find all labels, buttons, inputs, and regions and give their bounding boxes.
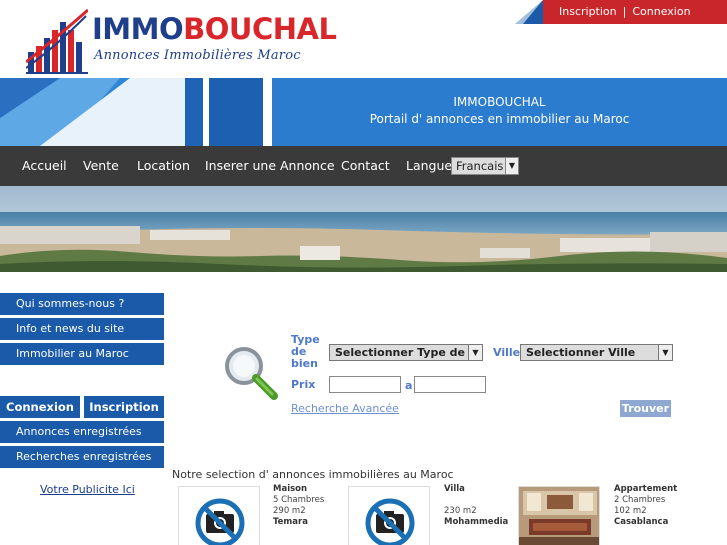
banner-text: IMMOBOUCHAL Portail d' annonces en immob…: [272, 78, 727, 146]
listing-rooms: [444, 495, 508, 506]
sidebar-immobilier-maroc[interactable]: Immobilier au Maroc: [0, 343, 164, 365]
selection-title: Notre selection d' annonces immobilières…: [172, 468, 454, 481]
listing-info[interactable]: Maison 5 Chambres 290 m2 Temara: [273, 484, 324, 528]
account-topbar: Inscription | Connexion: [515, 0, 727, 24]
ville-select[interactable]: Selectionner Ville ▼: [520, 344, 673, 361]
prix-min-input[interactable]: [329, 376, 401, 393]
topbar-separator: |: [622, 5, 627, 18]
logo-title: IMMOBOUCHAL: [92, 12, 337, 46]
type-bien-label: Type de bien: [291, 333, 320, 370]
listing-area: 230 m2: [444, 506, 477, 516]
site-logo[interactable]: IMMOBOUCHAL Annonces Immobilières Maroc: [26, 8, 337, 76]
sidebar-connexion-button[interactable]: Connexion: [0, 396, 80, 418]
sidebar-recherches-enregistrees[interactable]: Recherches enregistrées: [0, 446, 164, 468]
sidebar-annonces-enregistrees[interactable]: Annonces enregistrées: [0, 421, 164, 443]
prix-separator: a: [405, 379, 413, 392]
language-label: Langue: [406, 158, 453, 173]
listing-rooms: 2 Chambres: [614, 495, 666, 505]
banner-geometric-decoration: [0, 78, 272, 146]
nav-accueil[interactable]: Accueil: [22, 146, 67, 186]
nav-vente[interactable]: Vente: [83, 146, 119, 186]
language-select[interactable]: Francais ▼: [451, 157, 519, 175]
city-panorama-image: [0, 186, 727, 272]
listing-info[interactable]: Appartement 2 Chambres 102 m2 Casablanca: [614, 484, 677, 528]
main-nav: Accueil Vente Location Inserer une Annon…: [0, 146, 727, 186]
listing-area: 290 m2: [273, 506, 306, 516]
type-bien-select[interactable]: Selectionner Type de bien ▼: [329, 344, 483, 361]
topbar-links: Inscription | Connexion: [543, 0, 727, 24]
listing-photo[interactable]: [348, 486, 430, 545]
chevron-down-icon: ▼: [505, 158, 518, 174]
nav-inserer-annonce[interactable]: Inserer une Annonce: [205, 146, 335, 186]
interior-photo: [519, 487, 599, 545]
banner-title: IMMOBOUCHAL: [453, 95, 546, 109]
logo-subtitle: Annonces Immobilières Maroc: [94, 48, 301, 63]
listing-type: Appartement: [614, 484, 678, 494]
publicite-link[interactable]: Votre Publicite Ici: [40, 483, 135, 496]
advanced-search-link[interactable]: Recherche Avancée: [291, 402, 399, 415]
sidebar-info-news[interactable]: Info et news du site: [0, 318, 164, 340]
listing-area: 102 m2: [614, 506, 647, 516]
sidebar-qui-sommes-nous[interactable]: Qui sommes-nous ?: [0, 293, 164, 315]
nav-contact[interactable]: Contact: [341, 146, 390, 186]
listing-city: Mohammedia: [444, 517, 509, 527]
logo-building-icon: [26, 8, 88, 74]
listing-info[interactable]: Villa 230 m2 Mohammedia: [444, 484, 508, 528]
listing-type: Maison: [273, 484, 308, 494]
magnifier-icon: [225, 347, 278, 400]
language-select-value: Francais: [456, 159, 504, 173]
no-photo-icon: [195, 498, 245, 545]
hero-banner: IMMOBOUCHAL Portail d' annonces en immob…: [0, 78, 727, 146]
top-inscription-link[interactable]: Inscription: [559, 5, 617, 18]
listing-type: Villa: [444, 484, 465, 494]
listing-rooms: 5 Chambres: [273, 495, 325, 505]
chevron-down-icon: ▼: [468, 345, 482, 360]
prix-label: Prix: [291, 378, 316, 391]
top-connexion-link[interactable]: Connexion: [632, 5, 690, 18]
listing-photo[interactable]: [518, 486, 600, 545]
ville-value: Selectionner Ville: [526, 346, 636, 359]
listing-city: Casablanca: [614, 517, 669, 527]
no-photo-icon: [365, 498, 415, 545]
prix-max-input[interactable]: [414, 376, 486, 393]
nav-location[interactable]: Location: [137, 146, 190, 186]
search-submit-button[interactable]: Trouver: [620, 400, 671, 417]
ville-label: Ville: [493, 346, 521, 359]
listing-photo[interactable]: [178, 486, 260, 545]
listing-city: Temara: [273, 517, 308, 527]
topbar-corner-decoration: [515, 0, 543, 24]
type-bien-value: Selectionner Type de bien: [335, 346, 483, 359]
banner-subtitle: Portail d' annonces en immobilier au Mar…: [369, 112, 630, 126]
sidebar-inscription-button[interactable]: Inscription: [84, 396, 164, 418]
chevron-down-icon: ▼: [658, 345, 672, 360]
